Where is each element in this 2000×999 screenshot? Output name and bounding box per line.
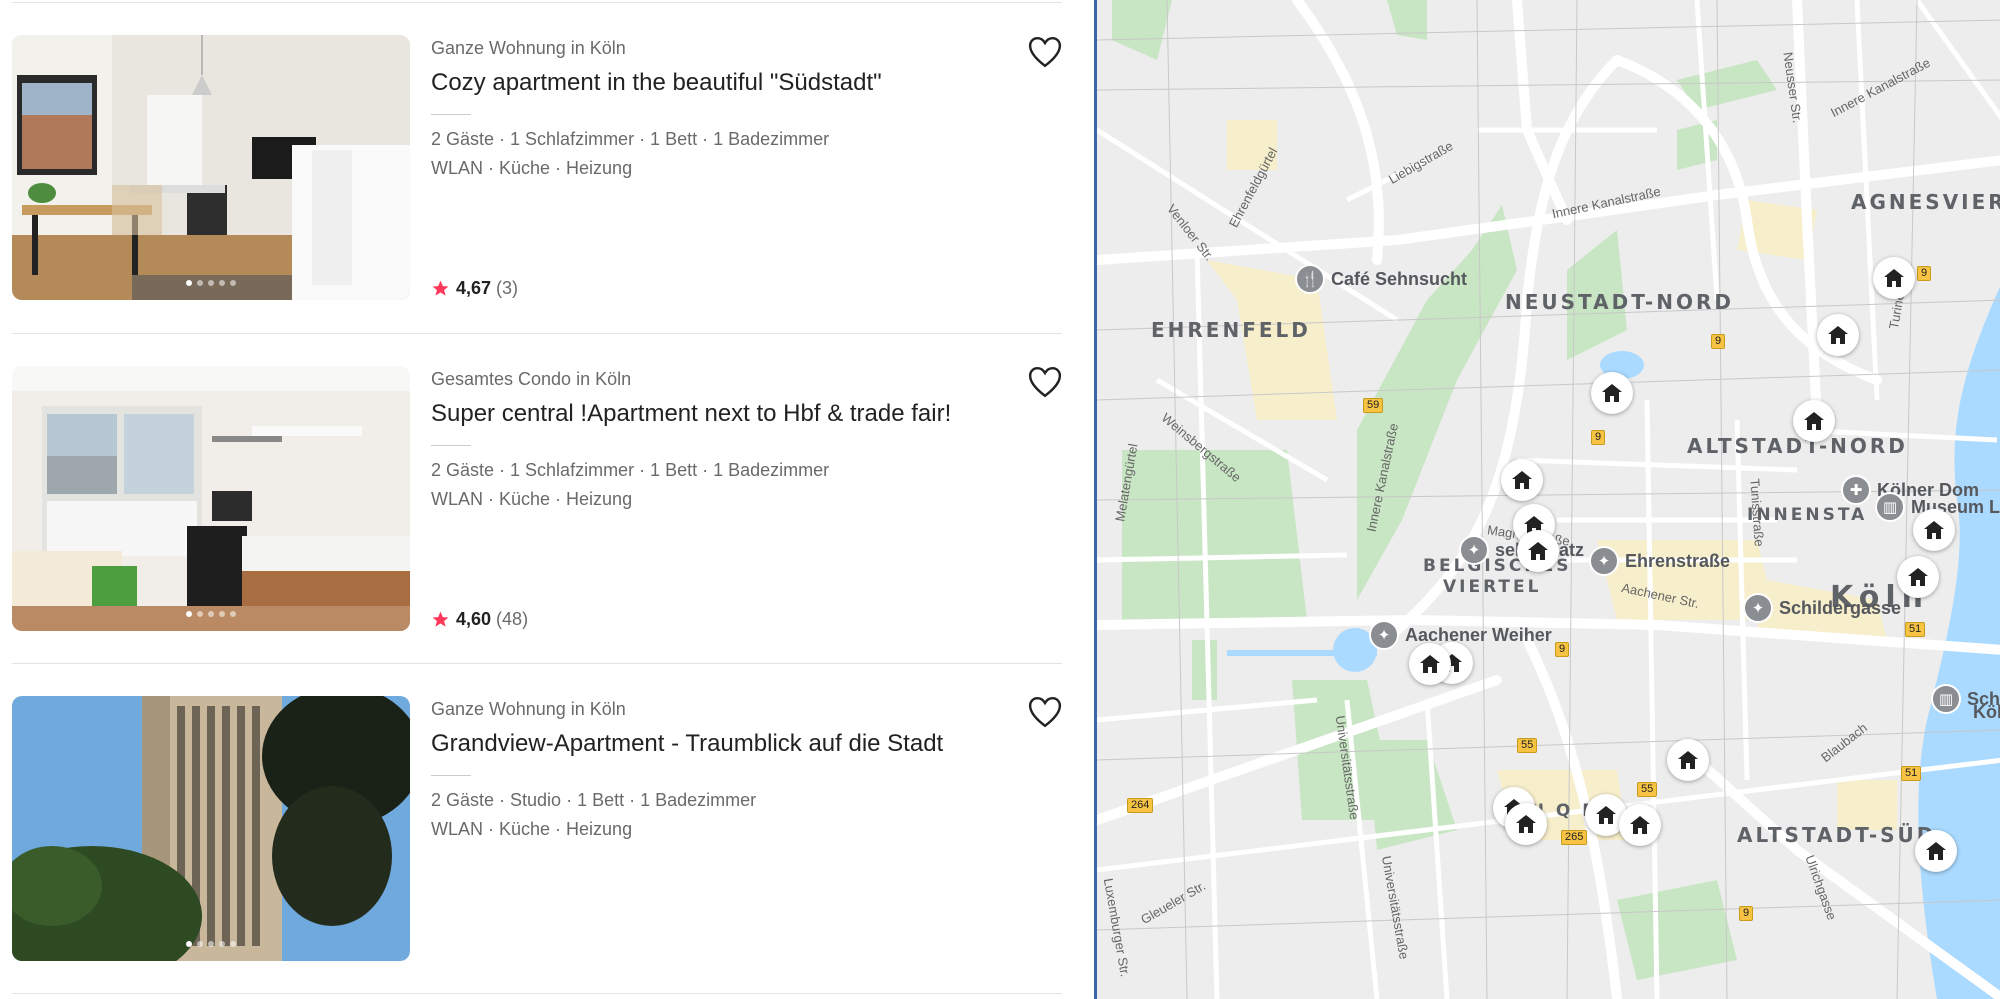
district-label: EHRENFELD — [1151, 318, 1311, 342]
listing-title[interactable]: Grandview-Apartment - Traumblick auf die… — [431, 729, 1061, 759]
review-count: (48) — [496, 609, 529, 629]
heart-icon[interactable] — [1028, 366, 1062, 398]
listing-pin[interactable] — [1897, 556, 1939, 598]
home-icon — [1884, 269, 1904, 287]
listing-photo[interactable] — [12, 35, 410, 300]
listing-pin[interactable] — [1619, 804, 1661, 846]
listing-details: 2 Gäste · Studio · 1 Bett · 1 Badezimmer — [431, 790, 757, 810]
home-icon — [1828, 326, 1848, 344]
road-number-badge: 9 — [1711, 334, 1726, 349]
title-divider — [431, 445, 471, 446]
listing-pin[interactable] — [1517, 530, 1559, 572]
listing-rating: 4,67 (3) — [431, 278, 518, 299]
title-divider — [431, 114, 471, 115]
heart-icon[interactable] — [1028, 36, 1062, 68]
church-icon: ✚ — [1841, 475, 1871, 505]
listing-divider — [12, 663, 1062, 664]
museum-icon: ▥ — [1931, 684, 1961, 714]
listing-info: Ganze Wohnung in Köln Cozy apartment in … — [431, 36, 1061, 180]
home-icon — [1512, 471, 1532, 489]
listings-panel: Ganze Wohnung in Köln Cozy apartment in … — [0, 0, 1094, 999]
road-number-badge: 51 — [1905, 622, 1926, 637]
listing-pin[interactable] — [1667, 739, 1709, 781]
road-number-badge: 55 — [1517, 738, 1538, 753]
road-number-badge: 59 — [1363, 398, 1384, 413]
district-label: NEUSTADT-NORD — [1505, 290, 1734, 314]
home-icon — [1528, 542, 1548, 560]
poi-label-koeln: Köln — [1973, 702, 2000, 722]
listing-divider — [12, 333, 1062, 334]
road-number-badge: 9 — [1917, 266, 1932, 281]
star-icon — [432, 280, 449, 296]
listing-type: Gesamtes Condo in Köln — [431, 369, 632, 389]
listing-photo[interactable] — [12, 366, 410, 631]
museum-icon: ▥ — [1875, 492, 1905, 522]
listing-card[interactable]: Ganze Wohnung in Köln Cozy apartment in … — [0, 0, 1094, 330]
listing-type: Ganze Wohnung in Köln — [431, 38, 626, 58]
road-number-badge: 265 — [1561, 830, 1588, 845]
home-icon — [1804, 412, 1824, 430]
listing-pin[interactable] — [1913, 509, 1955, 551]
home-icon — [1926, 842, 1946, 860]
listing-pin[interactable] — [1873, 257, 1915, 299]
listing-pin[interactable] — [1591, 372, 1633, 414]
home-icon — [1678, 751, 1698, 769]
listing-card[interactable]: Ganze Wohnung in Köln Grandview-Apartmen… — [0, 663, 1094, 993]
listing-amenities: WLAN · Küche · Heizung — [431, 158, 633, 178]
listing-details: 2 Gäste · 1 Schlafzimmer · 1 Bett · 1 Ba… — [431, 460, 830, 480]
home-icon — [1924, 521, 1944, 539]
poi-schildergasse[interactable]: ✦ Schildergasse — [1743, 593, 1901, 623]
road-number-badge: 264 — [1127, 798, 1154, 813]
map-panel[interactable]: EHRENFELD NEUSTADT-NORD ALTSTADT-NORD AG… — [1094, 0, 2000, 999]
listing-pin[interactable] — [1501, 459, 1543, 501]
district-label: ALTSTADT-NORD — [1687, 434, 1908, 458]
road-number-badge: 51 — [1901, 766, 1922, 781]
listing-amenities: WLAN · Küche · Heizung — [431, 489, 633, 509]
restaurant-icon: 🍴 — [1295, 264, 1325, 294]
listing-pin[interactable] — [1817, 314, 1859, 356]
shopping-icon: ✦ — [1743, 593, 1773, 623]
listing-rating: 4,60 (48) — [431, 609, 528, 630]
home-icon — [1630, 816, 1650, 834]
listing-info: Ganze Wohnung in Köln Grandview-Apartmen… — [431, 697, 1061, 841]
district-label: AGNESVIERT — [1851, 190, 2000, 214]
heart-icon[interactable] — [1028, 696, 1062, 728]
park-icon: ✦ — [1369, 620, 1399, 650]
listing-divider — [12, 993, 1062, 994]
home-icon — [1420, 655, 1440, 673]
listing-pin[interactable] — [1409, 643, 1451, 685]
listing-details: 2 Gäste · 1 Schlafzimmer · 1 Bett · 1 Ba… — [431, 129, 830, 149]
road-number-badge: 9 — [1555, 642, 1570, 657]
poi-ehrenstrasse[interactable]: ✦ Ehrenstraße — [1589, 546, 1730, 576]
star-icon — [432, 611, 449, 627]
rating-value: 4,60 — [456, 609, 492, 629]
home-icon — [1596, 806, 1616, 824]
listing-pin[interactable] — [1793, 400, 1835, 442]
listing-pin[interactable] — [1505, 803, 1547, 845]
listing-title[interactable]: Cozy apartment in the beautiful "Südstad… — [431, 68, 1061, 98]
road-number-badge: 9 — [1591, 430, 1606, 445]
home-icon — [1602, 384, 1622, 402]
district-label: VIERTEL — [1443, 577, 1542, 597]
district-label: ALTSTADT-SÜD — [1737, 823, 1937, 847]
listing-card[interactable]: Gesamtes Condo in Köln Super central !Ap… — [0, 333, 1094, 663]
home-icon — [1908, 568, 1928, 586]
rating-value: 4,67 — [456, 278, 492, 298]
shopping-icon: ✦ — [1589, 546, 1619, 576]
shopping-icon: ✦ — [1459, 535, 1489, 565]
title-divider — [431, 775, 471, 776]
listing-title[interactable]: Super central !Apartment next to Hbf & t… — [431, 399, 1061, 429]
poi-cafe[interactable]: 🍴 Café Sehnsucht — [1295, 264, 1467, 294]
listing-info: Gesamtes Condo in Köln Super central !Ap… — [431, 367, 1061, 511]
road-number-badge: 55 — [1637, 782, 1658, 797]
listing-type: Ganze Wohnung in Köln — [431, 699, 626, 719]
home-icon — [1516, 815, 1536, 833]
review-count: (3) — [496, 278, 519, 298]
listing-amenities: WLAN · Küche · Heizung — [431, 819, 633, 839]
listing-pin[interactable] — [1915, 830, 1957, 872]
road-number-badge: 9 — [1739, 906, 1754, 921]
listing-photo[interactable] — [12, 696, 410, 961]
